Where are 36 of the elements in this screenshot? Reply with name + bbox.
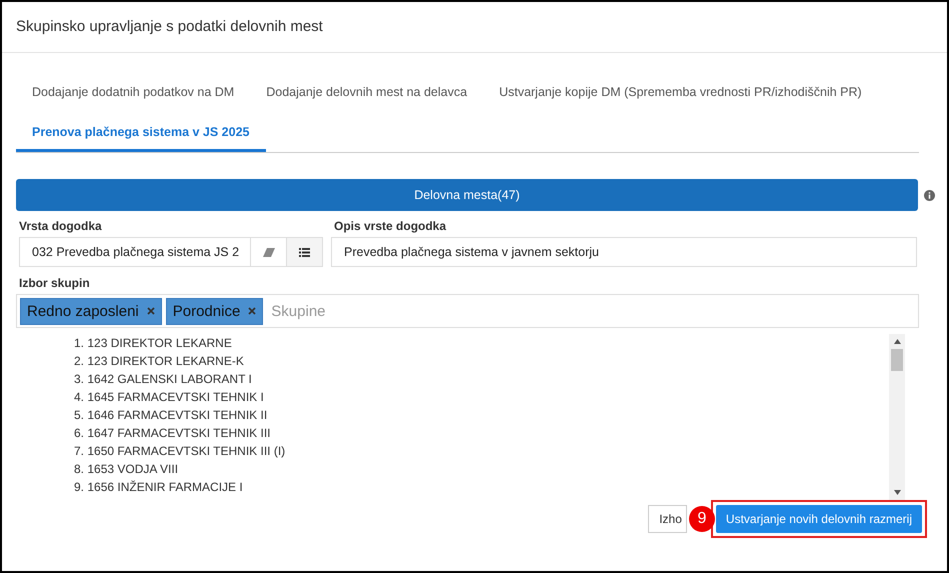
eraser-icon [262,248,274,256]
event-description-field[interactable]: Prevedba plačnega sistema v javnem sektorju [331,237,917,267]
scroll-up-icon[interactable] [894,339,900,344]
groups-field[interactable]: Redno zaposleni Porodnice Skupine [16,294,919,328]
scrollbar-thumb[interactable] [891,349,903,371]
position-item[interactable]: 5. 1646 FARMACEVTSKI TEHNIK II [74,406,889,424]
section-bar[interactable]: Delovna mesta(47) [16,179,918,211]
create-button[interactable]: Ustvarjanje novih delovnih razmerij [716,505,922,533]
position-item[interactable]: 8. 1653 VODJA VIII [74,460,889,478]
position-item[interactable]: 9. 1656 INŽENIR FARMACIJE I [74,478,889,496]
field-label: Izbor skupin [19,276,91,290]
position-item[interactable]: 7. 1650 FARMACEVTSKI TEHNIK III (I) [74,442,889,460]
event-type-field[interactable]: 032 Prevedba plačnega sistema JS 2 [19,237,251,267]
position-item[interactable]: 6. 1647 FARMACEVTSKI TEHNIK III [74,424,889,442]
tag-label: Porodnice [172,302,240,320]
scrollbar[interactable] [889,334,905,500]
scroll-down-icon[interactable] [894,490,900,495]
field-label: Opis vrste dogodka [334,219,448,233]
dialog-title: Skupinsko upravljanje s podatki delovnih mest [2,2,947,53]
tab[interactable]: Prenova plačnega sistema v JS 2025 [16,105,266,152]
info-icon[interactable] [924,190,935,200]
tag-label: Redno zaposleni [27,302,139,320]
position-item[interactable]: 3. 1642 GALENSKI LABORANT I [74,370,889,388]
position-item[interactable]: 2. 123 DIREKTOR LEKARNE-K [74,352,889,370]
list-icon [299,248,310,256]
remove-icon[interactable] [146,307,155,315]
list-button[interactable] [287,237,323,267]
step-badge: 9 [688,506,715,532]
exit-button[interactable]: Izho [648,505,687,533]
tab[interactable]: Dodajanje dodatnih podatkov na DM [16,79,250,105]
remove-icon[interactable] [248,307,256,315]
position-item[interactable]: 1. 123 DIREKTOR LEKARNE [74,334,889,352]
tab[interactable]: Dodajanje delovnih mest na delavca [250,79,484,105]
position-item[interactable]: 4. 1645 FARMACEVTSKI TEHNIK I [74,388,889,406]
field-label: Vrsta dogodka [19,219,103,233]
tab[interactable]: Ustvarjanje kopije DM (Sprememba vrednosti PR/izhodiščnih PR) [483,79,878,105]
